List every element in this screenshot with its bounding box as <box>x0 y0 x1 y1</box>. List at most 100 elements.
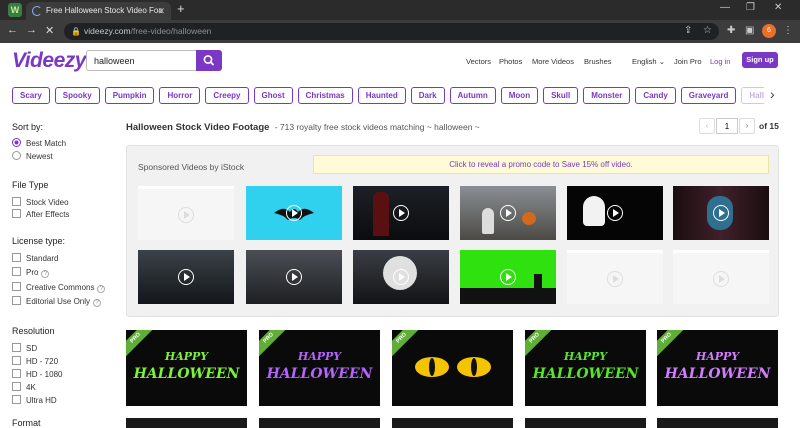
chip-creepy[interactable]: Creepy <box>205 87 249 104</box>
nav-more-videos[interactable]: More Videos <box>532 57 574 66</box>
chip-monster[interactable]: Monster <box>583 87 631 104</box>
browser-menu-icon[interactable]: ⋮ <box>783 25 793 36</box>
help-icon[interactable]: ? <box>97 285 106 293</box>
tab-close-icon[interactable]: ✕ <box>157 2 165 20</box>
video-thumb-loading[interactable] <box>673 250 769 304</box>
radio-selected[interactable] <box>12 138 21 147</box>
maximize-icon[interactable]: ❐ <box>746 2 755 13</box>
checkbox[interactable] <box>12 209 21 218</box>
video-thumb[interactable] <box>567 186 663 240</box>
filter-pro[interactable]: Pro? <box>12 267 50 278</box>
checkbox[interactable] <box>12 382 21 391</box>
sidebar-icon[interactable]: ▣ <box>745 25 754 36</box>
filter-hd-720[interactable]: HD - 720 <box>12 356 58 367</box>
login-link[interactable]: Log in <box>710 57 730 66</box>
filter-sd[interactable]: SD <box>12 343 37 354</box>
chip-moon[interactable]: Moon <box>500 87 539 104</box>
sort-newest[interactable]: Newest <box>12 151 53 162</box>
video-thumb[interactable] <box>460 186 556 240</box>
chip-halloween[interactable]: Hallowee <box>741 87 764 104</box>
nav-brushes[interactable]: Brushes <box>584 57 612 66</box>
app-icon[interactable]: W <box>8 3 22 17</box>
sort-best-match[interactable]: Best Match <box>12 138 66 149</box>
chip-dark[interactable]: Dark <box>410 87 445 104</box>
video-thumb[interactable] <box>353 250 449 304</box>
help-icon[interactable]: ? <box>93 299 102 307</box>
join-pro-link[interactable]: Join Pro <box>674 57 702 66</box>
nav-vectors[interactable]: Vectors <box>466 57 491 66</box>
chip-haunted[interactable]: Haunted <box>357 87 406 104</box>
filter-after-effects[interactable]: After Effects <box>12 209 69 220</box>
chip-autumn[interactable]: Autumn <box>449 87 496 104</box>
chip-candy[interactable]: Candy <box>635 87 676 104</box>
video-tile[interactable] <box>392 418 513 428</box>
video-tile[interactable]: PRO HAPPY HALLOWEEN <box>657 330 778 406</box>
video-thumb[interactable] <box>460 250 556 304</box>
checkbox[interactable] <box>12 395 21 404</box>
back-icon[interactable]: ← <box>7 24 18 36</box>
search-button[interactable] <box>196 50 222 71</box>
minimize-icon[interactable]: — <box>720 2 730 13</box>
filter-ultra-hd[interactable]: Ultra HD <box>12 395 57 406</box>
chip-graveyard[interactable]: Graveyard <box>680 87 737 104</box>
new-tab-icon[interactable]: + <box>177 1 185 16</box>
video-tile[interactable]: PRO HAPPY HALLOWEEN <box>525 330 646 406</box>
filter-creative-commons[interactable]: Creative Commons? <box>12 282 106 293</box>
video-thumb[interactable] <box>246 250 342 304</box>
video-tile[interactable] <box>525 418 646 428</box>
browser-tab[interactable]: Free Halloween Stock Video Foo ✕ <box>26 2 171 20</box>
filter-hd-1080[interactable]: HD - 1080 <box>12 369 62 380</box>
checkbox[interactable] <box>12 282 21 291</box>
help-icon[interactable]: ? <box>41 270 50 278</box>
nav-photos[interactable]: Photos <box>499 57 522 66</box>
video-thumb-loading[interactable] <box>138 186 234 240</box>
chip-christmas[interactable]: Christmas <box>297 87 353 104</box>
chip-scary[interactable]: Scary <box>12 87 50 104</box>
video-thumb[interactable] <box>673 186 769 240</box>
video-tile[interactable] <box>657 418 778 428</box>
profile-avatar[interactable]: 6 <box>762 24 776 38</box>
page-number-input[interactable] <box>716 118 738 134</box>
search-input[interactable] <box>86 50 196 71</box>
checkbox[interactable] <box>12 369 21 378</box>
filter-stock-video[interactable]: Stock Video <box>12 197 69 208</box>
chevron-right-icon[interactable]: › <box>770 86 775 102</box>
radio[interactable] <box>12 151 21 160</box>
next-page-button[interactable]: › <box>739 118 755 134</box>
chip-skull[interactable]: Skull <box>543 87 579 104</box>
checkbox[interactable] <box>12 197 21 206</box>
videezy-logo[interactable]: Videezy <box>12 49 86 73</box>
signup-button[interactable]: Sign up <box>742 52 778 68</box>
video-tile[interactable] <box>126 418 247 428</box>
chip-spooky[interactable]: Spooky <box>54 87 100 104</box>
chip-pumpkin[interactable]: Pumpkin <box>104 87 155 104</box>
checkbox[interactable] <box>12 343 21 352</box>
chip-horror[interactable]: Horror <box>159 87 201 104</box>
checkbox[interactable] <box>12 356 21 365</box>
checkbox[interactable] <box>12 253 21 262</box>
forward-icon[interactable]: → <box>26 24 37 36</box>
checkbox[interactable] <box>12 296 21 305</box>
url-field[interactable]: 🔒 videezy.com/free-video/halloween <box>64 23 719 40</box>
video-tile[interactable]: PRO HAPPY HALLOWEEN <box>259 330 380 406</box>
promo-banner[interactable]: Click to reveal a promo code to Save 15%… <box>313 155 769 174</box>
video-tile[interactable] <box>259 418 380 428</box>
share-icon[interactable]: ⇪ <box>684 25 692 36</box>
prev-page-button[interactable]: ‹ <box>699 118 715 134</box>
video-thumb-loading[interactable] <box>567 250 663 304</box>
video-tile[interactable]: PRO <box>392 330 513 406</box>
bookmark-star-icon[interactable]: ☆ <box>703 25 712 36</box>
checkbox[interactable] <box>12 267 21 276</box>
filter-editorial[interactable]: Editorial Use Only? <box>12 296 102 307</box>
extensions-icon[interactable]: ✚ <box>727 25 735 36</box>
video-thumb[interactable] <box>138 250 234 304</box>
close-window-icon[interactable]: ✕ <box>774 2 782 13</box>
video-tile[interactable]: PRO HAPPY HALLOWEEN <box>126 330 247 406</box>
video-thumb[interactable] <box>246 186 342 240</box>
video-thumb[interactable] <box>353 186 449 240</box>
stop-loading-icon[interactable]: ✕ <box>45 24 54 37</box>
chip-ghost[interactable]: Ghost <box>253 87 293 104</box>
filter-4k[interactable]: 4K <box>12 382 36 393</box>
filter-standard[interactable]: Standard <box>12 253 58 264</box>
language-select[interactable]: English ⌄ <box>632 57 665 66</box>
